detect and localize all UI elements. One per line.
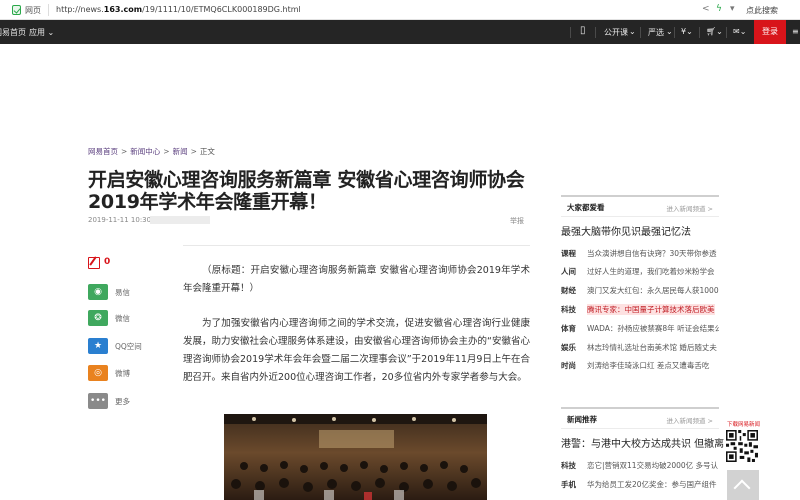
search-link[interactable]: 点此搜索 [746, 5, 778, 16]
article-photo [224, 414, 487, 500]
share-label: 易信 [115, 288, 130, 297]
nav-apps-menu[interactable]: 应用 ⌄ [29, 27, 54, 38]
divider [640, 27, 641, 38]
divider [699, 27, 700, 38]
cart-icon[interactable]: 🛒︎⌄ [706, 27, 723, 36]
dropdown-icon[interactable]: ▾ [730, 4, 735, 14]
divider [183, 245, 530, 246]
breadcrumb-home[interactable]: 网易首页 [88, 147, 118, 156]
url-field[interactable]: http://news.163.com/19/1111/10/ETMQ6CLK0… [56, 5, 301, 14]
category-label: 体育 [561, 324, 576, 333]
back-to-top-button[interactable] [727, 470, 759, 500]
category-label: 娱乐 [561, 343, 576, 352]
article-title: 开启安徽心理咨询服务新篇章 安徽省心理咨询师协会2019年学术年会隆重开幕！ [88, 169, 525, 213]
recommend-featured-link[interactable]: 港警：与港中大校方达成共识 但撤离 [561, 435, 724, 450]
chevron-down-icon[interactable]: ⌄ [666, 27, 673, 36]
headline: 当众演讲想自信有诀窍？30天带你参透 [587, 249, 717, 258]
headline: 澳门又发大红包：永久居民每人获10000 [587, 286, 719, 295]
comment-count[interactable]: 0 [88, 256, 128, 272]
divider [48, 4, 49, 16]
hot-section-title: 大家都爱看 [567, 203, 605, 212]
nav-apps-label: 应用 [29, 28, 45, 37]
hot-news-item[interactable]: 娱乐 林志玲情礼选址台南美术馆 婚后随丈夫 [561, 340, 719, 354]
divider [570, 27, 571, 38]
recommend-section-title: 新闻推荐 [567, 415, 597, 424]
conference-photo [224, 414, 487, 500]
hot-news-item[interactable]: 时尚 刘涛给李佳琦泳口红 差点又遭毒舌吃 [561, 358, 719, 372]
qzone-icon: ★ [88, 338, 108, 354]
mail-icon[interactable]: ✉⌄ [733, 27, 746, 36]
headline-highlighted: 腾讯专家：中国量子计算技术落后欧美 [587, 304, 715, 315]
article-paragraph: 为了加强安徽省内心理咨询师之间的学术交流，促进安徽省心理咨询行业健康发展，助力安… [183, 318, 530, 383]
share-label: 微信 [115, 314, 130, 323]
chevron-down-icon: ⌄ [47, 28, 55, 37]
breadcrumb-news[interactable]: 新闻 [173, 147, 188, 156]
category-label: 手机 [561, 480, 576, 489]
nav-open-course[interactable]: 公开课 [604, 27, 628, 38]
category-label: 课程 [561, 249, 576, 258]
comment-count-value: 0 [104, 257, 111, 267]
login-button[interactable]: 登录 [754, 20, 786, 44]
recommend-news-item[interactable]: 手机 华为给员工发20亿奖金：参与国产组件 [561, 477, 719, 491]
headline: WADA：孙杨应被禁赛8年 听证会结果公 [587, 324, 719, 333]
yen-icon[interactable]: ¥⌄ [681, 27, 693, 36]
mobile-icon[interactable]: ▯ [580, 25, 586, 36]
breadcrumb: 网易首页 > 新闻中心 > 新闻 > 正文 [88, 147, 215, 156]
recommend-news-item[interactable]: 科技 恋它|营销双11交易均破2000亿 多号认 [561, 458, 719, 472]
category-label: 财经 [561, 286, 576, 295]
share-arrow-icon[interactable]: < [702, 4, 710, 14]
category-label: 科技 [561, 461, 576, 470]
headline: 林志玲情礼选址台南美术馆 婚后随丈夫 [587, 343, 717, 352]
recommend-section-header: 新闻推荐 进入新闻频道 > [561, 407, 719, 429]
divider [726, 27, 727, 38]
comment-icon [88, 257, 100, 269]
share-label: 更多 [115, 397, 130, 406]
headline: 恋它|营销双11交易均破2000亿 多号认 [587, 461, 719, 470]
hot-featured-link[interactable]: 最强大脑带你见识最强记忆法 [561, 223, 691, 238]
article-paragraph: （原标题：开启安徽心理咨询服务新篇章 安徽省心理咨询师协会2019年学术年会隆重… [183, 265, 530, 294]
top-navigation: 网易首页 应用 ⌄ ▯ 公开课 ⌄ 严选 ⌄ ¥⌄ 🛒︎⌄ ✉⌄ 登录 ≡ [0, 20, 800, 44]
hot-news-item[interactable]: 科技 腾讯专家：中国量子计算技术落后欧美 [561, 302, 719, 316]
nav-yanxuan[interactable]: 严选 [648, 27, 664, 38]
nav-home-link[interactable]: 网易首页 [0, 27, 26, 38]
qr-code-icon [726, 430, 758, 462]
share-label: 微博 [115, 369, 130, 378]
divider [674, 27, 675, 38]
headline: 刘涛给李佳琦泳口红 差点又遭毒舌吃 [587, 361, 710, 370]
browser-address-bar: 网页 http://news.163.com/19/1111/10/ETMQ6C… [0, 0, 800, 20]
site-label: 网页 [25, 6, 41, 15]
more-icon: ••• [88, 393, 108, 409]
lightning-icon[interactable]: ϟ [716, 4, 722, 14]
category-label: 时尚 [561, 361, 576, 370]
weibo-icon: ◎ [88, 365, 108, 381]
hot-news-item[interactable]: 体育 WADA：孙杨应被禁赛8年 听证会结果公 [561, 321, 719, 335]
article-source-redacted [150, 216, 210, 224]
menu-icon[interactable]: ≡ [792, 27, 799, 36]
hot-more-link[interactable]: 进入新闻频道 > [666, 203, 713, 213]
wechat-icon: ❂ [88, 310, 108, 326]
secure-shield-icon [12, 5, 21, 15]
url-suffix: /19/1111/10/ETMQ6CLK000189DG.html [142, 5, 301, 14]
yixin-icon: ◉ [88, 284, 108, 300]
url-prefix: http://news. [56, 5, 104, 14]
category-label: 科技 [561, 305, 576, 314]
hot-news-item[interactable]: 人间 过好人生的道理，我们吃着炒米粉学会 [561, 264, 719, 278]
breadcrumb-news-center[interactable]: 新闻中心 [130, 147, 160, 156]
hot-news-item[interactable]: 财经 澳门又发大红包：永久居民每人获10000 [561, 283, 719, 297]
divider [595, 27, 596, 38]
recommend-more-link[interactable]: 进入新闻频道 > [666, 415, 713, 425]
hot-news-item[interactable]: 课程 当众演讲想自信有诀窍？30天带你参透 [561, 246, 719, 260]
report-link[interactable]: 举报 [510, 216, 524, 226]
headline: 过好人生的道理，我们吃着炒米粉学会 [587, 267, 715, 276]
category-label: 人间 [561, 267, 576, 276]
hot-section-header: 大家都爱看 进入新闻频道 > [561, 195, 719, 217]
chevron-down-icon[interactable]: ⌄ [629, 27, 636, 36]
breadcrumb-current: 正文 [199, 147, 215, 156]
url-domain: 163.com [103, 5, 143, 14]
qr-title: 下载网易新闻 [727, 422, 761, 428]
headline: 华为给员工发20亿奖金：参与国产组件 [587, 480, 717, 489]
share-label: QQ空间 [115, 342, 142, 351]
